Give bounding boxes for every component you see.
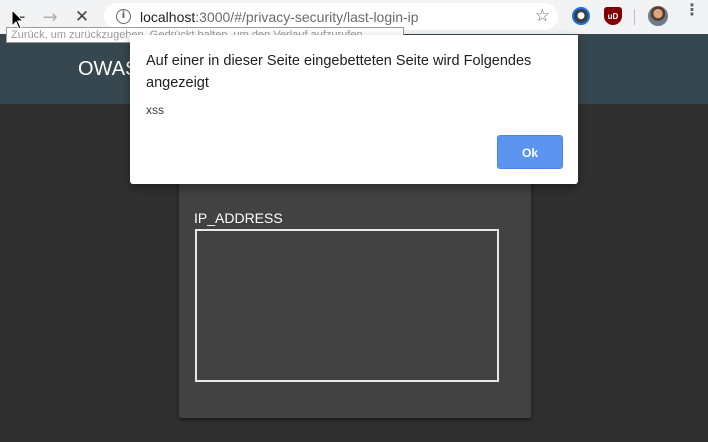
mouse-cursor-icon — [11, 9, 25, 30]
ublock-extension-icon[interactable]: uD — [604, 7, 622, 25]
toolbar-divider — [634, 9, 635, 25]
ip-address-label: IP_ADDRESS — [194, 210, 283, 226]
bookmark-star-icon[interactable]: ☆ — [535, 6, 550, 26]
ok-button[interactable]: Ok — [497, 135, 563, 169]
kebab-menu-icon[interactable]: ⋮ — [684, 2, 700, 18]
url-path: :3000/#/privacy-security/last-login-ip — [195, 9, 419, 25]
address-bar[interactable]: i localhost:3000/#/privacy-security/last… — [104, 3, 558, 30]
site-info-icon[interactable]: i — [116, 9, 131, 24]
last-login-ip-card: IP_ADDRESS — [179, 150, 531, 418]
alert-message: xss — [146, 103, 164, 117]
url-text[interactable]: localhost:3000/#/privacy-security/last-l… — [140, 9, 419, 25]
stop-loading-icon[interactable]: ✕ — [70, 5, 94, 29]
password-manager-extension-icon[interactable]: ● — [572, 7, 590, 25]
profile-avatar[interactable] — [648, 6, 668, 26]
alert-title: Auf einer in dieser Seite eingebetteten … — [146, 53, 532, 91]
url-host: localhost — [140, 9, 196, 25]
ip-address-box — [195, 229, 499, 382]
arrow-forward-icon[interactable]: → — [38, 5, 62, 29]
alert-dialog: Auf einer in dieser Seite eingebetteten … — [130, 35, 578, 184]
